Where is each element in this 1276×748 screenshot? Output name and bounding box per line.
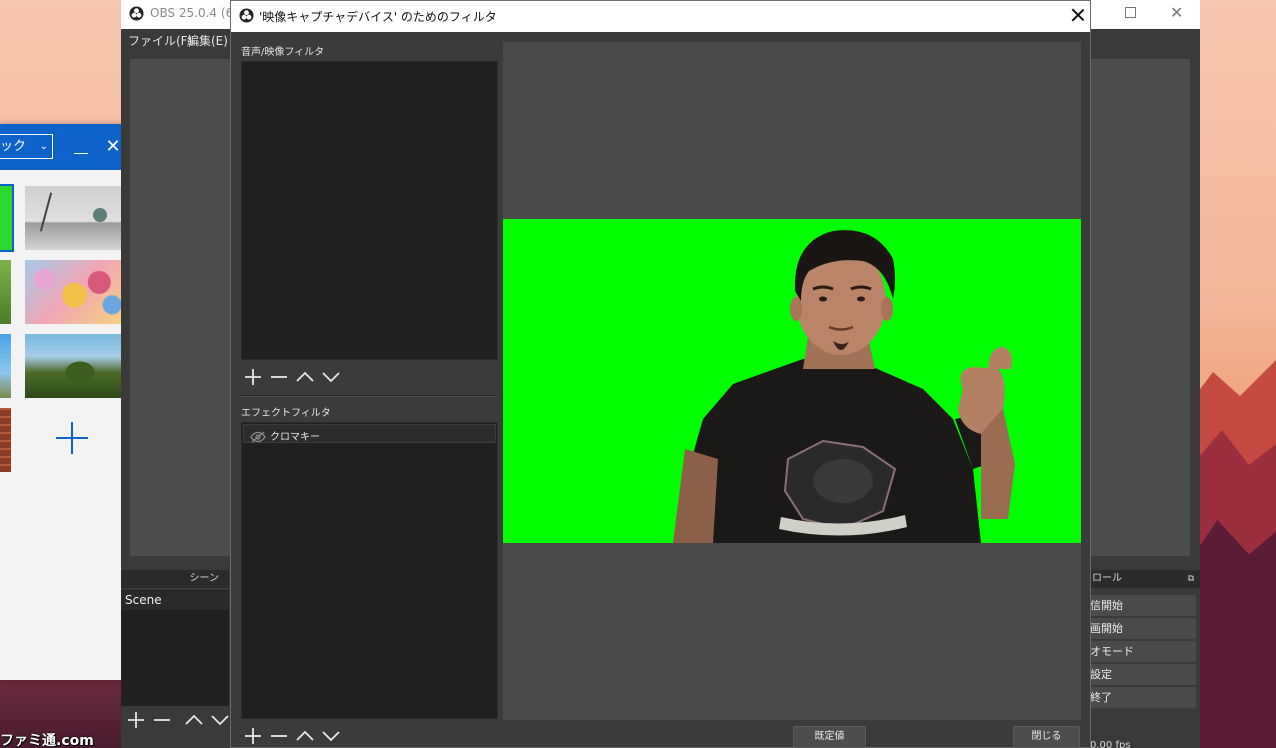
dialog-title: '映像キャプチャデバイス' のためのフィルタ bbox=[259, 10, 497, 24]
section-divider bbox=[241, 395, 497, 397]
watermark-logo: ファミ通.com bbox=[0, 733, 94, 748]
scene-toolbar bbox=[121, 706, 229, 734]
person-video-image bbox=[673, 230, 1015, 543]
add-icon[interactable] bbox=[125, 709, 147, 731]
menu-edit[interactable]: 編集(E) bbox=[187, 32, 228, 49]
effect-filter-list[interactable]: クロマキー bbox=[241, 422, 498, 719]
photo-thumbnail[interactable] bbox=[25, 186, 124, 250]
settings-button[interactable]: 設定 bbox=[1088, 664, 1196, 685]
obs-logo-icon bbox=[129, 6, 144, 25]
maximize-icon[interactable] bbox=[1125, 7, 1136, 18]
photo-thumbnail-selected[interactable] bbox=[0, 184, 14, 252]
effect-filter-name: クロマキー bbox=[270, 432, 320, 443]
filters-dialog: '映像キャプチャデバイス' のためのフィルタ 音声/映像フィルタ エフェクトフィ… bbox=[230, 0, 1091, 748]
chevron-up-icon[interactable] bbox=[294, 725, 316, 747]
studio-mode-button[interactable]: オモード bbox=[1088, 641, 1196, 662]
add-icon[interactable] bbox=[242, 366, 264, 388]
remove-icon[interactable] bbox=[151, 709, 173, 731]
remove-icon[interactable] bbox=[268, 725, 290, 747]
dialog-titlebar: '映像キャプチャデバイス' のためのフィルタ bbox=[231, 1, 1090, 32]
undock-icon[interactable]: ⧉ bbox=[1188, 570, 1194, 588]
fps-status: 0.00 fps bbox=[1090, 740, 1131, 748]
controls-dock-header: ロール ⧉ bbox=[1090, 570, 1200, 588]
photo-thumbnail[interactable] bbox=[0, 260, 11, 324]
photos-view-dropdown-label: ック bbox=[0, 139, 27, 154]
effect-filter-item[interactable]: クロマキー bbox=[243, 424, 496, 443]
start-recording-button[interactable]: 画開始 bbox=[1088, 618, 1196, 639]
photo-thumbnail[interactable] bbox=[0, 408, 11, 472]
obs-logo-icon bbox=[239, 8, 254, 27]
photos-view-dropdown[interactable]: ック ⌄ bbox=[0, 134, 53, 159]
scene-list-item[interactable]: Scene bbox=[121, 591, 229, 610]
close-icon[interactable]: ✕ bbox=[1170, 3, 1183, 22]
start-streaming-button[interactable]: 信開始 bbox=[1088, 595, 1196, 616]
chevron-down-icon[interactable] bbox=[320, 725, 342, 747]
chevron-down-icon: ⌄ bbox=[39, 141, 48, 152]
chevron-up-icon[interactable] bbox=[183, 709, 205, 731]
menu-file[interactable]: ファイル(F) bbox=[128, 32, 192, 49]
photo-thumbnail[interactable] bbox=[25, 334, 124, 398]
remove-icon[interactable] bbox=[268, 366, 290, 388]
photo-thumbnail[interactable] bbox=[25, 260, 124, 324]
audio-video-filters-label: 音声/映像フィルタ bbox=[241, 47, 325, 58]
add-icon[interactable] bbox=[56, 422, 88, 454]
scenes-dock-header: シーン bbox=[121, 570, 229, 588]
camera-preview-frame bbox=[503, 219, 1081, 543]
minimize-icon[interactable] bbox=[72, 138, 90, 156]
add-icon[interactable] bbox=[242, 725, 264, 747]
chevron-down-icon[interactable] bbox=[209, 709, 231, 731]
close-icon[interactable] bbox=[1067, 4, 1089, 26]
chevron-up-icon[interactable] bbox=[294, 366, 316, 388]
effect-filters-label: エフェクトフィルタ bbox=[241, 408, 331, 419]
scene-list: Scene bbox=[121, 590, 229, 706]
photo-thumbnail[interactable] bbox=[0, 334, 11, 398]
photos-app-header: ック ⌄ ✕ bbox=[0, 124, 124, 170]
controls-dock-title: ロール bbox=[1092, 573, 1122, 584]
close-button[interactable]: 閉じる bbox=[1013, 726, 1080, 748]
close-icon[interactable]: ✕ bbox=[104, 138, 122, 156]
visibility-hidden-icon[interactable] bbox=[250, 428, 266, 447]
exit-button[interactable]: 終了 bbox=[1088, 687, 1196, 708]
defaults-button[interactable]: 既定値 bbox=[793, 726, 866, 748]
audio-video-filter-list[interactable] bbox=[241, 61, 498, 360]
scenes-dock-title: シーン bbox=[189, 573, 220, 584]
filter-preview bbox=[503, 42, 1081, 720]
photos-app-window: ック ⌄ ✕ bbox=[0, 124, 124, 680]
chevron-down-icon[interactable] bbox=[320, 366, 342, 388]
